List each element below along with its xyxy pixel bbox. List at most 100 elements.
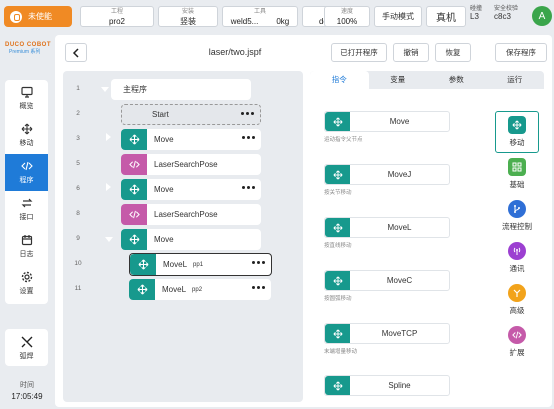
tool-value: weld5... [230,17,259,26]
real-machine-button[interactable]: 真机 [426,6,466,27]
line-number: 2 [76,110,80,117]
move-node[interactable]: Move [121,229,261,250]
enable-button[interactable]: 未使能 [4,6,72,27]
collapse-caret-icon[interactable] [105,237,113,242]
command-movec-button[interactable]: MoveC [324,270,450,291]
open-program-button[interactable]: 已打开程序 [331,43,387,62]
nav-overview[interactable]: 概览 [5,80,48,117]
expand-caret-icon[interactable] [106,183,111,191]
install-indicator[interactable]: 安装 竖装 [158,6,218,27]
node-label: MoveL [163,260,188,269]
move-icon [121,129,147,150]
arc-weld-button[interactable]: 弧焊 [5,329,48,366]
undo-button[interactable]: 撤销 [393,43,429,62]
collapse-caret-icon[interactable] [101,87,109,92]
category-extension[interactable]: 扩展 [495,321,539,363]
command-movej-button[interactable]: MoveJ [324,164,450,185]
command-movetcp-button[interactable]: MoveTCP [324,323,450,344]
project-indicator[interactable]: 工程 pro2 [80,6,154,27]
laser-search-pose-node[interactable]: LaserSearchPose [121,154,261,175]
tab-run[interactable]: 运行 [486,71,545,89]
command-item: Move 运动指令父节点 [324,111,450,143]
node-label: 主程序 [123,85,147,94]
more-icon[interactable] [252,286,265,289]
node-label: LaserSearchPose [154,210,218,219]
move-node[interactable]: Move [121,129,261,150]
monitor-icon [20,86,33,98]
speed-indicator[interactable]: 速度 100% [324,6,370,27]
node-point: pp1 [193,261,204,268]
line-number: 9 [76,235,80,242]
start-node[interactable]: Start [121,104,261,125]
node-label: Start [152,110,169,119]
tab-parameters[interactable]: 参数 [427,71,486,89]
more-icon[interactable] [241,112,254,115]
more-icon[interactable] [242,136,255,139]
nav-overview-label: 概览 [19,103,34,110]
command-desc: 按关节移动 [324,190,352,196]
line-number: 5 [76,160,80,167]
nav-interface[interactable]: 接口 [5,191,48,228]
save-program-button[interactable]: 保存程序 [495,43,547,62]
command-desc: 末端增量移动 [324,349,358,355]
command-movel-button[interactable]: MoveL [324,217,450,238]
move-icon [130,254,156,275]
line-number: 3 [76,135,80,142]
movel-node[interactable]: MoveL pp2 [129,279,271,300]
node-label: Move [154,235,174,244]
back-button[interactable] [65,43,87,62]
expand-caret-icon[interactable] [106,133,111,141]
manual-mode-button[interactable]: 手动模式 [374,6,422,27]
move-node[interactable]: Move [121,179,261,200]
category-basic[interactable]: 基础 [495,153,539,195]
panel-tabs: 指令 变量 参数 运行 [310,71,544,89]
arc-weld-label: 弧焊 [19,352,34,360]
collision-value: L3 [470,12,479,21]
category-advanced[interactable]: 高级 [495,279,539,321]
brand-logo: DUCO COBOT Premium 系列 [5,42,55,55]
grid-icon [508,158,526,176]
category-flow-control[interactable]: 流程控制 [495,195,539,237]
move-icon [508,116,526,134]
nav-program[interactable]: 程序 [5,154,48,191]
gear-icon [21,271,32,283]
code-icon [20,161,33,171]
clock: 时间 17:05:49 [0,380,54,402]
node-label: Move [154,185,174,194]
nav-log[interactable]: 日志 [5,228,48,265]
movel-node-selected[interactable]: MoveL pp1 [129,253,272,276]
laser-search-pose-node[interactable]: LaserSearchPose [121,204,261,225]
nav-move[interactable]: 移动 [5,117,48,154]
main-program-node[interactable]: 主程序 [111,79,251,100]
tab-instructions[interactable]: 指令 [310,71,369,89]
tool-indicator[interactable]: 工具 weld5... 0kg [222,6,298,27]
restore-button[interactable]: 恢复 [435,43,471,62]
move-icon [325,165,350,184]
power-icon [10,10,22,23]
move-icon [325,324,350,343]
line-number: 1 [76,85,80,92]
nav-settings[interactable]: 设置 [5,265,48,302]
category-label: 移动 [509,138,525,147]
category-communication[interactable]: 通讯 [495,237,539,279]
command-label: MoveJ [387,170,412,179]
command-label: MoveC [386,276,413,285]
tool-load: 0kg [276,17,290,26]
category-move[interactable]: 移动 [495,111,539,153]
category-label: 流程控制 [502,222,532,231]
file-title: laser/two.jspf [208,47,262,57]
command-move-button[interactable]: Move [324,111,450,132]
nav-log-label: 日志 [19,251,34,258]
nav-move-label: 移动 [19,140,34,147]
category-label: 扩展 [509,348,525,357]
more-icon[interactable] [242,186,255,189]
tab-variables[interactable]: 变量 [369,71,428,89]
node-label: LaserSearchPose [154,160,218,169]
more-icon[interactable] [252,261,265,264]
user-avatar[interactable]: A [532,6,552,26]
code-icon [121,154,147,175]
tool-label: 工具 [253,9,266,15]
command-spline-button[interactable]: Spline [324,375,450,396]
command-desc: 按圆弧移动 [324,296,352,302]
speed-label: 速度 [340,9,353,15]
